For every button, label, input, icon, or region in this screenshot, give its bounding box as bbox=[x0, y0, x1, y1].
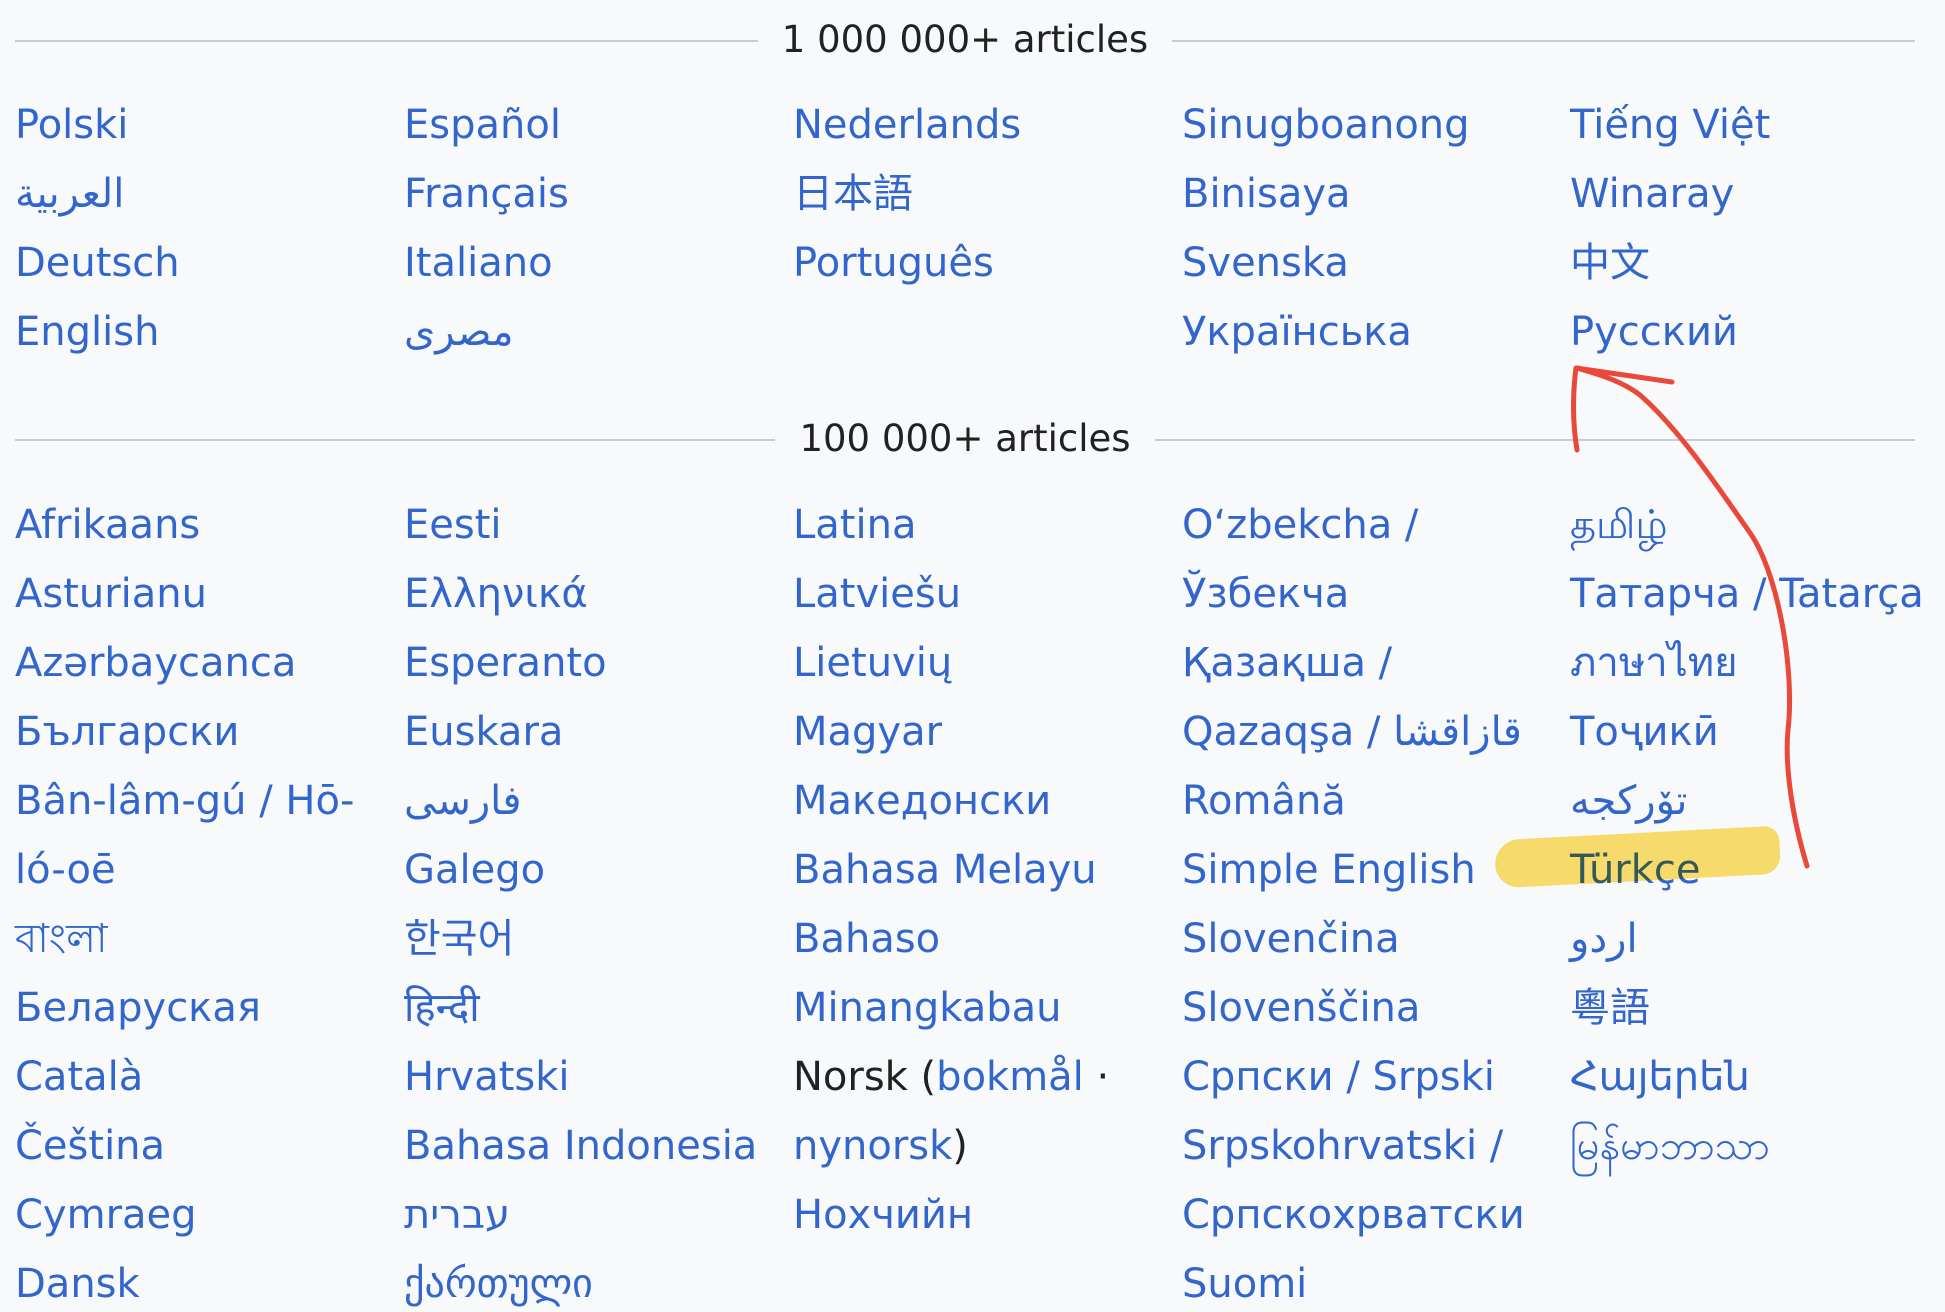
language-link-bahasa-melayu[interactable]: Bahasa Melayu bbox=[793, 842, 1097, 898]
divider-line bbox=[15, 439, 780, 441]
language-link-korean[interactable]: 한국어 bbox=[404, 911, 514, 967]
section-header-1000000: 1 000 000+ articles bbox=[15, 15, 1915, 65]
divider-line bbox=[1148, 439, 1915, 441]
language-link-chinese[interactable]: 中文 bbox=[1570, 235, 1650, 291]
language-link-francais[interactable]: Français bbox=[404, 166, 569, 222]
language-link-srpski[interactable]: Српски / Srpski bbox=[1182, 1049, 1495, 1105]
language-link-ukrainian[interactable]: Українська bbox=[1182, 304, 1412, 360]
language-link-italiano[interactable]: Italiano bbox=[404, 235, 553, 291]
language-link-cestina[interactable]: Čeština bbox=[15, 1118, 165, 1174]
language-link-sinugboanong[interactable]: Sinugboanong bbox=[1182, 97, 1470, 153]
language-link-euskara[interactable]: Euskara bbox=[404, 704, 563, 760]
language-link-slovenscina[interactable]: Slovenščina bbox=[1182, 980, 1420, 1036]
language-link-espanol[interactable]: Español bbox=[404, 97, 561, 153]
language-link-esperanto[interactable]: Esperanto bbox=[404, 635, 607, 691]
language-link-galego[interactable]: Galego bbox=[404, 842, 545, 898]
language-link-minangkabau[interactable]: Minangkabau bbox=[793, 980, 1061, 1036]
language-link-bengali[interactable]: বাংলা bbox=[15, 911, 107, 967]
language-link-hebrew[interactable]: עברית bbox=[404, 1187, 510, 1243]
language-link-uzbek[interactable]: Oʻzbekcha / bbox=[1182, 497, 1418, 553]
divider-line bbox=[1167, 40, 1915, 42]
language-link-persian[interactable]: فارسی bbox=[404, 773, 521, 829]
language-link-kazakh-latin[interactable]: Qazaqşa / قازاقشا bbox=[1182, 704, 1522, 760]
language-link-english[interactable]: English bbox=[15, 304, 159, 360]
language-link-azerbaycanca[interactable]: Azərbaycanca bbox=[15, 635, 296, 691]
language-link-south-azerbaijani[interactable]: تۆرکجه bbox=[1570, 773, 1687, 829]
language-link-deutsch[interactable]: Deutsch bbox=[15, 235, 180, 291]
norsk-close-paren: ) bbox=[952, 1123, 968, 1169]
language-link-tatar[interactable]: Татарча / Tatarça bbox=[1570, 566, 1924, 622]
language-link-svenska[interactable]: Svenska bbox=[1182, 235, 1349, 291]
language-link-simple-english[interactable]: Simple English bbox=[1182, 842, 1476, 898]
language-link-winaray[interactable]: Winaray bbox=[1570, 166, 1734, 222]
language-link-bahaso[interactable]: Bahaso bbox=[793, 911, 940, 967]
language-link-nederlands[interactable]: Nederlands bbox=[793, 97, 1021, 153]
language-link-uzbek-cyrillic[interactable]: Ўзбекча bbox=[1182, 566, 1349, 622]
language-link-burmese[interactable]: မြန်မာဘာသာ bbox=[1570, 1118, 1770, 1174]
language-link-latina[interactable]: Latina bbox=[793, 497, 916, 553]
language-link-urdu[interactable]: اردو bbox=[1570, 911, 1638, 967]
language-link-dansk[interactable]: Dansk bbox=[15, 1256, 140, 1312]
language-link-bulgarian[interactable]: Български bbox=[15, 704, 239, 760]
language-link-romana[interactable]: Română bbox=[1182, 773, 1346, 829]
section-title-1000000: 1 000 000+ articles bbox=[757, 18, 1173, 61]
language-link-bahasa-indonesia[interactable]: Bahasa Indonesia bbox=[404, 1118, 757, 1174]
language-link-srpskohrvatski-cyrillic[interactable]: Српскохрватски bbox=[1182, 1187, 1525, 1243]
language-link-chechen[interactable]: Нохчийн bbox=[793, 1187, 973, 1243]
highlighter-mark bbox=[1493, 825, 1782, 889]
language-entry-norsk-cont: nynorsk) bbox=[793, 1118, 968, 1174]
language-link-armenian[interactable]: Հայերեն bbox=[1570, 1049, 1750, 1105]
language-link-kazakh[interactable]: Қазақша / bbox=[1182, 635, 1392, 691]
language-link-cantonese[interactable]: 粵語 bbox=[1570, 980, 1650, 1036]
language-link-hrvatski[interactable]: Hrvatski bbox=[404, 1049, 570, 1105]
language-link-vietnamese[interactable]: Tiếng Việt bbox=[1570, 97, 1770, 153]
language-link-ban-lam-gu[interactable]: Bân-lâm-gú / Hō- bbox=[15, 773, 354, 829]
section-header-100000: 100 000+ articles bbox=[15, 414, 1915, 464]
language-link-latviesu[interactable]: Latviešu bbox=[793, 566, 961, 622]
language-link-hindi[interactable]: हिन्दी bbox=[404, 980, 480, 1036]
language-link-srpskohrvatski[interactable]: Srpskohrvatski / bbox=[1182, 1118, 1503, 1174]
divider-line bbox=[15, 40, 765, 42]
language-link-tajik[interactable]: Тоҷикӣ bbox=[1570, 704, 1719, 760]
language-link-suomi[interactable]: Suomi bbox=[1182, 1256, 1307, 1312]
language-link-afrikaans[interactable]: Afrikaans bbox=[15, 497, 200, 553]
norsk-separator: · bbox=[1083, 1054, 1110, 1100]
language-link-georgian[interactable]: ქართული bbox=[404, 1256, 593, 1312]
language-link-macedonian[interactable]: Македонски bbox=[793, 773, 1051, 829]
language-link-egyptian-arabic[interactable]: مصرى bbox=[404, 304, 514, 360]
language-link-japanese[interactable]: 日本語 bbox=[793, 166, 913, 222]
language-entry-norsk: Norsk (bokmål · bbox=[793, 1049, 1109, 1105]
language-link-portugues[interactable]: Português bbox=[793, 235, 994, 291]
language-link-polski[interactable]: Polski bbox=[15, 97, 128, 153]
language-link-catala[interactable]: Català bbox=[15, 1049, 143, 1105]
language-link-bokmal[interactable]: bokmål bbox=[936, 1054, 1084, 1100]
language-link-slovencina[interactable]: Slovenčina bbox=[1182, 911, 1400, 967]
language-link-tamil[interactable]: தமிழ் bbox=[1570, 497, 1668, 553]
language-link-asturianu[interactable]: Asturianu bbox=[15, 566, 207, 622]
language-link-belarusian[interactable]: Беларуская bbox=[15, 980, 261, 1036]
language-link-russian[interactable]: Русский bbox=[1570, 304, 1738, 360]
language-link-greek[interactable]: Ελληνικά bbox=[404, 566, 588, 622]
language-link-nynorsk[interactable]: nynorsk bbox=[793, 1123, 952, 1169]
language-link-eesti[interactable]: Eesti bbox=[404, 497, 502, 553]
language-link-lietuviu[interactable]: Lietuvių bbox=[793, 635, 952, 691]
language-link-cymraeg[interactable]: Cymraeg bbox=[15, 1187, 197, 1243]
language-link-magyar[interactable]: Magyar bbox=[793, 704, 942, 760]
language-link-thai[interactable]: ภาษาไทย bbox=[1570, 635, 1738, 691]
language-link-arabic[interactable]: العربية bbox=[15, 166, 124, 222]
norsk-label: Norsk ( bbox=[793, 1054, 937, 1100]
language-link-binisaya[interactable]: Binisaya bbox=[1182, 166, 1351, 222]
language-link-ban-lam-gu-cont[interactable]: ló-oē bbox=[15, 842, 116, 898]
section-title-100000: 100 000+ articles bbox=[775, 417, 1155, 460]
